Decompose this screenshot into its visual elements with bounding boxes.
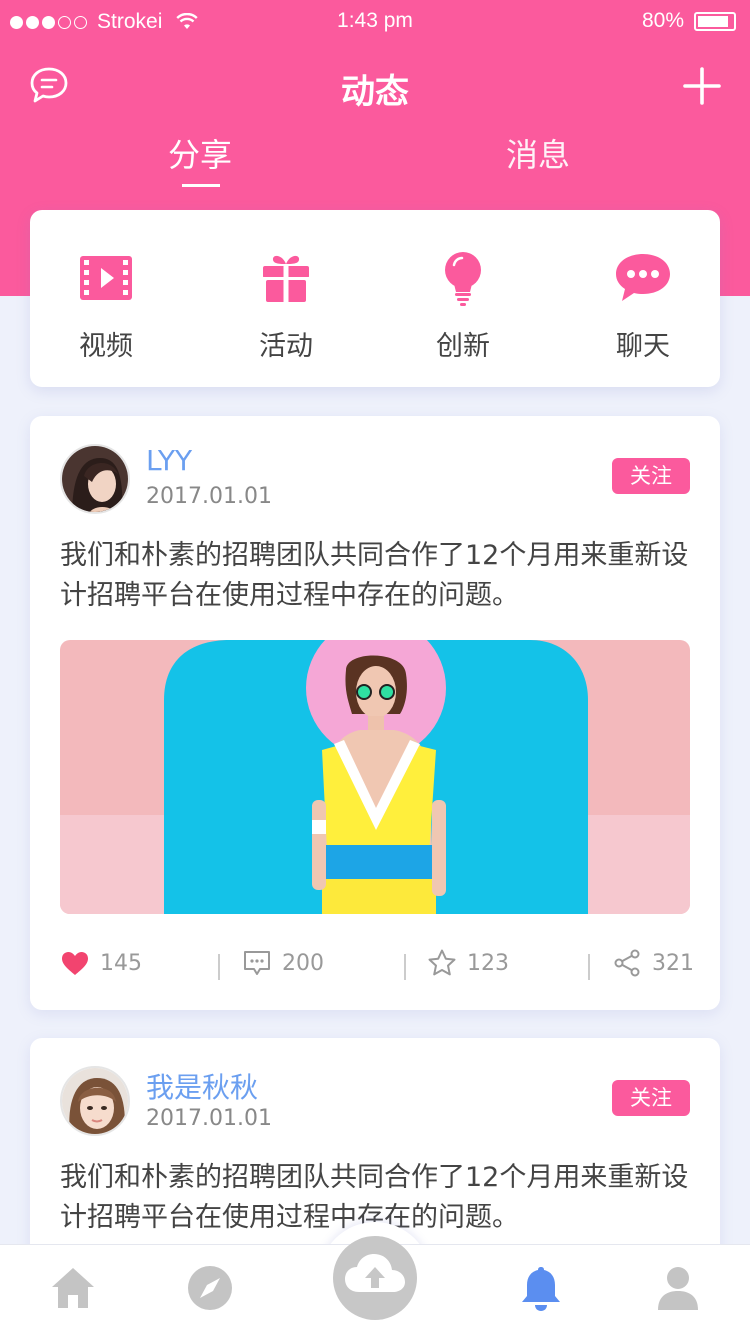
avatar[interactable] (60, 444, 130, 514)
like-count: 145 (100, 950, 142, 976)
heart-icon (62, 952, 88, 975)
like-button[interactable]: 145 (60, 948, 142, 978)
favorite-button[interactable]: 123 (427, 948, 509, 978)
user-icon[interactable] (653, 1263, 703, 1313)
battery-percent: 80% (641, 9, 684, 32)
tab-messages[interactable]: 消息 (506, 130, 570, 176)
category-label: 聊天 (616, 331, 670, 362)
status-time: 1:43 pm (337, 9, 413, 32)
category-innovation[interactable]: 创新 (403, 248, 523, 363)
category-label: 创新 (436, 331, 490, 362)
avatar[interactable] (60, 1066, 130, 1136)
compass-icon[interactable] (185, 1263, 235, 1313)
cloud-upload-icon (345, 1254, 405, 1292)
status-bar: Strokei 1:43 pm 80% (0, 0, 750, 42)
lightbulb-icon (445, 252, 481, 306)
page-title: 动态 (341, 72, 409, 112)
action-divider (588, 954, 590, 980)
plus-icon[interactable] (682, 66, 722, 106)
follow-button[interactable]: 关注 (612, 458, 690, 494)
action-divider (218, 954, 220, 980)
username[interactable]: LYY (146, 444, 192, 477)
app-screen: Strokei 1:43 pm 80% 动态 分享 消息 视频 活动 创新 聊天… (0, 0, 750, 1334)
username[interactable]: 我是秋秋 (146, 1066, 258, 1106)
share-count: 321 (652, 950, 694, 976)
upload-button[interactable] (333, 1236, 417, 1320)
post-image[interactable] (60, 640, 690, 914)
comment-button[interactable]: 200 (242, 948, 324, 978)
post-date: 2017.01.01 (146, 1106, 272, 1131)
category-activity[interactable]: 活动 (226, 248, 346, 363)
post-date: 2017.01.01 (146, 484, 272, 509)
post-text: 我们和朴素的招聘团队共同合作了12个月用来重新设计招聘平台在使用过程中存在的问题… (60, 540, 689, 611)
category-video[interactable]: 视频 (46, 248, 166, 363)
action-divider (404, 954, 406, 980)
home-icon[interactable] (48, 1263, 98, 1313)
tab-share[interactable]: 分享 (168, 130, 232, 176)
status-right: 80% (642, 9, 736, 33)
gift-icon (263, 255, 309, 302)
chat-dots-icon (616, 254, 670, 301)
category-chat[interactable]: 聊天 (583, 248, 703, 363)
video-icon (80, 256, 132, 300)
comment-icon (244, 951, 270, 975)
follow-button[interactable]: 关注 (612, 1080, 690, 1116)
bell-icon[interactable] (516, 1263, 566, 1313)
favorite-count: 123 (467, 950, 509, 976)
post-card: LYY 2017.01.01 关注 我们和朴素的招聘团队共同合作了12个月用来重… (30, 416, 720, 1010)
category-label: 视频 (79, 331, 133, 362)
nav-bar: 动态 (0, 58, 750, 114)
share-button[interactable]: 321 (612, 948, 694, 978)
share-icon (614, 949, 640, 977)
category-label: 活动 (259, 331, 313, 362)
top-tabs: 分享 消息 (0, 130, 750, 190)
category-card: 视频 活动 创新 聊天 (30, 210, 720, 387)
post-actions: 145 200 123 321 (60, 948, 694, 988)
battery-icon (694, 11, 736, 31)
active-tab-indicator (182, 184, 220, 187)
star-icon (428, 949, 456, 976)
comment-count: 200 (282, 950, 324, 976)
